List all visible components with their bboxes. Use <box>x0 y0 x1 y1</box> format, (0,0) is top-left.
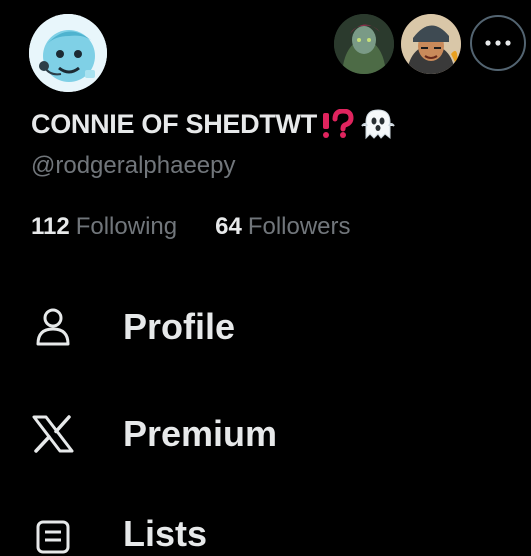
person-icon <box>31 305 75 349</box>
display-name-text: CONNIE OF SHEDTWT <box>31 108 317 139</box>
avatar-image <box>29 14 107 92</box>
lists-icon <box>31 512 75 556</box>
switch-account-avatar-1[interactable] <box>334 14 394 74</box>
menu-label-premium: Premium <box>123 413 278 454</box>
menu-label-lists: Lists <box>123 513 208 554</box>
menu-item-lists[interactable]: Lists <box>31 512 207 556</box>
x-logo-icon <box>31 412 75 456</box>
user-handle: @rodgeralphaeepy <box>31 152 236 179</box>
account-avatar-image <box>334 14 394 74</box>
followers-count: 64 <box>215 213 242 240</box>
follow-stats: 112 Following 64 Followers <box>31 213 351 241</box>
following-label: Following <box>75 213 178 240</box>
profile-avatar[interactable] <box>29 14 107 92</box>
menu-label-profile: Profile <box>123 306 236 347</box>
more-accounts-button[interactable] <box>470 15 526 71</box>
followers-link[interactable]: 64 Followers <box>215 213 350 241</box>
followers-label: Followers <box>247 213 351 240</box>
ghost-emoji: 👻 <box>361 108 395 140</box>
exclamation-question-emoji: ⁉️ <box>321 109 357 139</box>
following-count: 112 <box>31 213 70 240</box>
menu-item-premium[interactable]: Premium <box>31 412 277 456</box>
account-avatar-image <box>401 14 461 74</box>
display-name: CONNIE OF SHEDTWT ⁉️ 👻 <box>31 108 395 140</box>
switch-account-avatar-2[interactable] <box>401 14 461 74</box>
following-link[interactable]: 112 Following <box>31 213 177 241</box>
menu-item-profile[interactable]: Profile <box>31 305 235 349</box>
more-dots-icon <box>485 40 511 46</box>
